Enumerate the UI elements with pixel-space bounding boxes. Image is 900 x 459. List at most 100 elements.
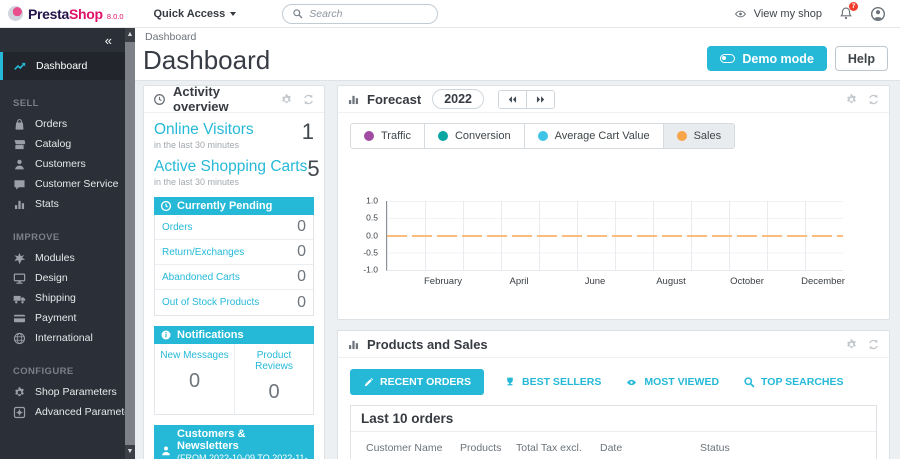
sidebar-item-shop-parameters[interactable]: Shop Parameters [0,382,125,402]
search-input[interactable] [309,8,428,20]
prestashop-logo-icon [8,6,23,21]
legend-traffic[interactable]: Traffic [351,124,424,148]
tab-top-searches[interactable]: TOP SEARCHES [739,369,847,395]
global-search[interactable] [282,4,438,24]
version-label: 8.0.0 [107,12,124,21]
panel-settings-icon[interactable] [845,338,858,351]
bar-chart-icon [347,338,360,351]
view-my-shop-label: View my shop [754,8,822,20]
panel-title: Products and Sales [367,337,488,352]
tab-label: BEST SELLERS [522,376,601,388]
sidebar-item-label: International [35,332,93,344]
legend-conversion[interactable]: Conversion [424,124,524,148]
sidebar-item-catalog[interactable]: Catalog [0,134,125,154]
help-button[interactable]: Help [835,46,888,71]
forecast-metric-switcher: Traffic Conversion Average Cart Value Sa… [350,123,735,149]
panel-settings-icon[interactable] [280,93,293,106]
sidebar-item-advanced-parameters[interactable]: Advanced Parameters [0,402,125,422]
sidebar-section-sell: SELL [0,98,125,110]
forecast-chart: 1.0 0.5 0.0 -0.5 -1.0 February April Jun… [348,198,881,298]
sidebar-collapse-button[interactable]: « [105,34,112,47]
new-messages-link[interactable]: New Messages [157,350,232,361]
tab-most-viewed[interactable]: MOST VIEWED [621,369,723,395]
panel-refresh-icon[interactable] [867,338,880,351]
new-messages-value: 0 [157,370,232,393]
product-reviews-link[interactable]: Product Reviews [237,350,311,372]
active-carts-label[interactable]: Active Shopping Carts [154,158,307,175]
panel-refresh-icon[interactable] [867,93,880,106]
pending-row-abandoned-carts: Abandoned Carts 0 [155,265,313,290]
products-and-sales-panel: Products and Sales [337,330,890,459]
x-tick: February [405,276,481,287]
store-icon [13,138,26,151]
brand-shop: Shop [69,6,103,22]
sidebar-item-label: Stats [35,198,59,210]
panel-settings-icon[interactable] [845,93,858,106]
notifications-box: New Messages 0 Product Reviews 0 [154,344,314,415]
traffic-dot-icon [364,131,374,141]
notifications-bell[interactable]: 7 [839,6,853,21]
demo-mode-button[interactable]: Demo mode [707,46,827,71]
col-date: Date [600,442,700,454]
conversion-dot-icon [438,131,448,141]
sidebar-item-label: Payment [35,312,76,324]
top-header: PrestaShop 8.0.0 Quick Access View my sh… [0,0,900,28]
sidebar-item-stats[interactable]: Stats [0,194,125,214]
pending-rows: Orders 0 Return/Exchanges 0 Abandoned Ca… [154,215,314,316]
tab-best-sellers[interactable]: BEST SELLERS [500,369,605,395]
online-visitors-sub: in the last 30 minutes [154,140,254,150]
prestashop-logo[interactable]: PrestaShop 8.0.0 [8,6,124,22]
pending-link[interactable]: Out of Stock Products [162,297,259,308]
forecast-next-button[interactable] [526,91,554,108]
online-visitors-label[interactable]: Online Visitors [154,121,254,138]
clock-icon [153,93,166,106]
sidebar-scrollbar[interactable]: ▲ ▼ [125,28,135,459]
user-circle-icon [870,6,886,22]
panel-refresh-icon[interactable] [302,93,315,106]
scroll-up-button[interactable]: ▲ [125,28,135,42]
pending-link[interactable]: Orders [162,222,193,233]
sidebar-item-dashboard[interactable]: Dashboard [0,52,125,80]
sidebar-item-customers[interactable]: Customers [0,154,125,174]
sidebar-item-customer-service[interactable]: Customer Service [0,174,125,194]
legend-average-cart-value[interactable]: Average Cart Value [524,124,663,148]
tab-recent-orders[interactable]: RECENT ORDERS [350,369,484,395]
view-my-shop-link[interactable]: View my shop [733,8,822,20]
col-customer-name: Customer Name [366,442,460,454]
demo-mode-label: Demo mode [742,52,814,66]
sidebar-item-orders[interactable]: Orders [0,114,125,134]
shopping-bag-icon [13,118,26,131]
sidebar-item-label: Customer Service [35,178,118,190]
legend-sales[interactable]: Sales [663,124,735,148]
sales-dot-icon [677,131,687,141]
tab-label: RECENT ORDERS [380,376,471,388]
col-total-tax-excl: Total Tax excl. [516,442,600,454]
clock-icon [160,200,172,212]
pending-link[interactable]: Return/Exchanges [162,247,244,258]
forecast-year: 2022 [432,89,484,109]
pending-row-out-of-stock: Out of Stock Products 0 [155,290,313,315]
quick-access-dropdown[interactable]: Quick Access [154,8,237,20]
brand-presta: Presta [28,6,69,22]
active-carts-sub: in the last 30 minutes [154,177,307,187]
user-avatar[interactable] [870,6,886,22]
pending-link[interactable]: Abandoned Carts [162,272,240,283]
sidebar-item-international[interactable]: International [0,328,125,348]
scroll-down-button[interactable]: ▼ [125,445,135,459]
sidebar-item-payment[interactable]: Payment [0,308,125,328]
legend-label: Traffic [381,130,411,142]
pending-value: 0 [297,294,306,312]
notification-badge: 7 [849,2,858,11]
eye-icon [733,8,748,20]
panel-title: Activity overview [173,84,273,114]
y-tick: -0.5 [348,247,378,257]
sidebar-item-modules[interactable]: Modules [0,248,125,268]
customers-newsletters-title: Customers & Newsletters [177,428,308,452]
sidebar-item-shipping[interactable]: Shipping [0,288,125,308]
forecast-prev-button[interactable] [499,91,526,108]
sales-series-line [387,235,843,237]
x-tick: October [709,276,785,287]
sidebar-item-design[interactable]: Design [0,268,125,288]
products-tabs: RECENT ORDERS BEST SELLERS MOST VIEWED [350,369,877,395]
module-burst-icon [13,252,26,265]
